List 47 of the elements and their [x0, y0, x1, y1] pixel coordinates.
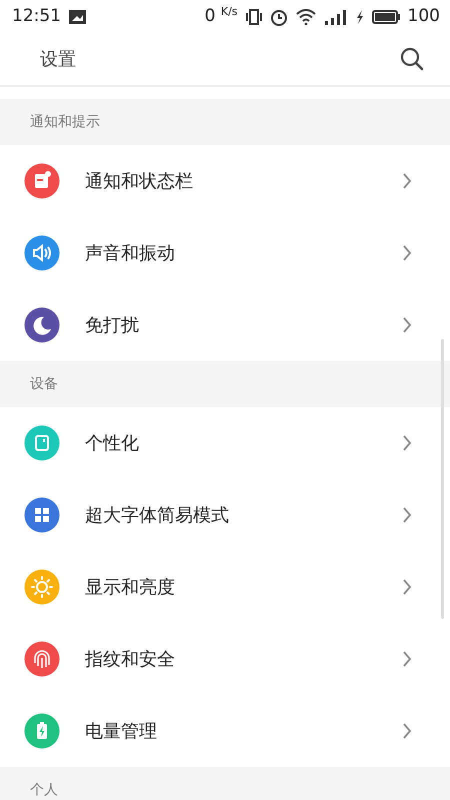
page-title: 设置 [40, 48, 76, 72]
section-header: 个人 [30, 780, 58, 800]
battery-level: 100 [408, 4, 440, 28]
item-label: 电量管理 [85, 720, 158, 744]
item-label: 声音和振动 [85, 242, 176, 266]
settings-item[interactable]: 免打扰 [0, 289, 450, 361]
item-label: 超大字体简易模式 [85, 504, 230, 528]
charging-icon [356, 10, 364, 24]
signal-icon [324, 8, 348, 24]
section-header: 设备 [30, 374, 58, 394]
item-label: 显示和亮度 [85, 576, 176, 600]
fingerprint-icon [24, 641, 60, 677]
chevron-icon [402, 650, 412, 668]
item-label: 指纹和安全 [85, 648, 176, 672]
chevron-icon [402, 434, 412, 452]
item-label: 免打扰 [85, 314, 140, 338]
moon-icon [24, 307, 60, 343]
network-speed: 0 K/s [204, 4, 238, 28]
sun-icon [24, 569, 60, 605]
settings-item[interactable]: 通知和状态栏 [0, 145, 450, 217]
chevron-icon [402, 316, 412, 334]
vibrate-icon [246, 8, 262, 24]
chevron-icon [402, 722, 412, 740]
shirt-icon [24, 425, 60, 461]
search-icon[interactable] [400, 47, 424, 71]
speaker-icon [24, 235, 60, 271]
settings-item[interactable]: 显示和亮度 [0, 551, 450, 623]
section-header: 通知和提示 [30, 112, 100, 132]
chevron-icon [402, 506, 412, 524]
settings-item[interactable]: 指纹和安全 [0, 623, 450, 695]
settings-item[interactable]: 声音和振动 [0, 217, 450, 289]
alarm-icon [270, 8, 288, 26]
notification-icon [24, 163, 60, 199]
clock-time: 12:51 [12, 4, 61, 28]
wifi-icon [296, 8, 316, 24]
settings-item[interactable]: 超大字体简易模式 [0, 479, 450, 551]
grid-icon [24, 497, 60, 533]
battery-icon [372, 8, 400, 24]
item-label: 通知和状态栏 [85, 170, 194, 194]
settings-item[interactable]: 电量管理 [0, 695, 450, 767]
chevron-icon [402, 578, 412, 596]
battery-icon [24, 713, 60, 749]
settings-item[interactable]: 个性化 [0, 407, 450, 479]
item-label: 个性化 [85, 432, 140, 456]
chevron-icon [402, 172, 412, 190]
chevron-icon [402, 244, 412, 262]
image-notification-icon [69, 10, 86, 24]
